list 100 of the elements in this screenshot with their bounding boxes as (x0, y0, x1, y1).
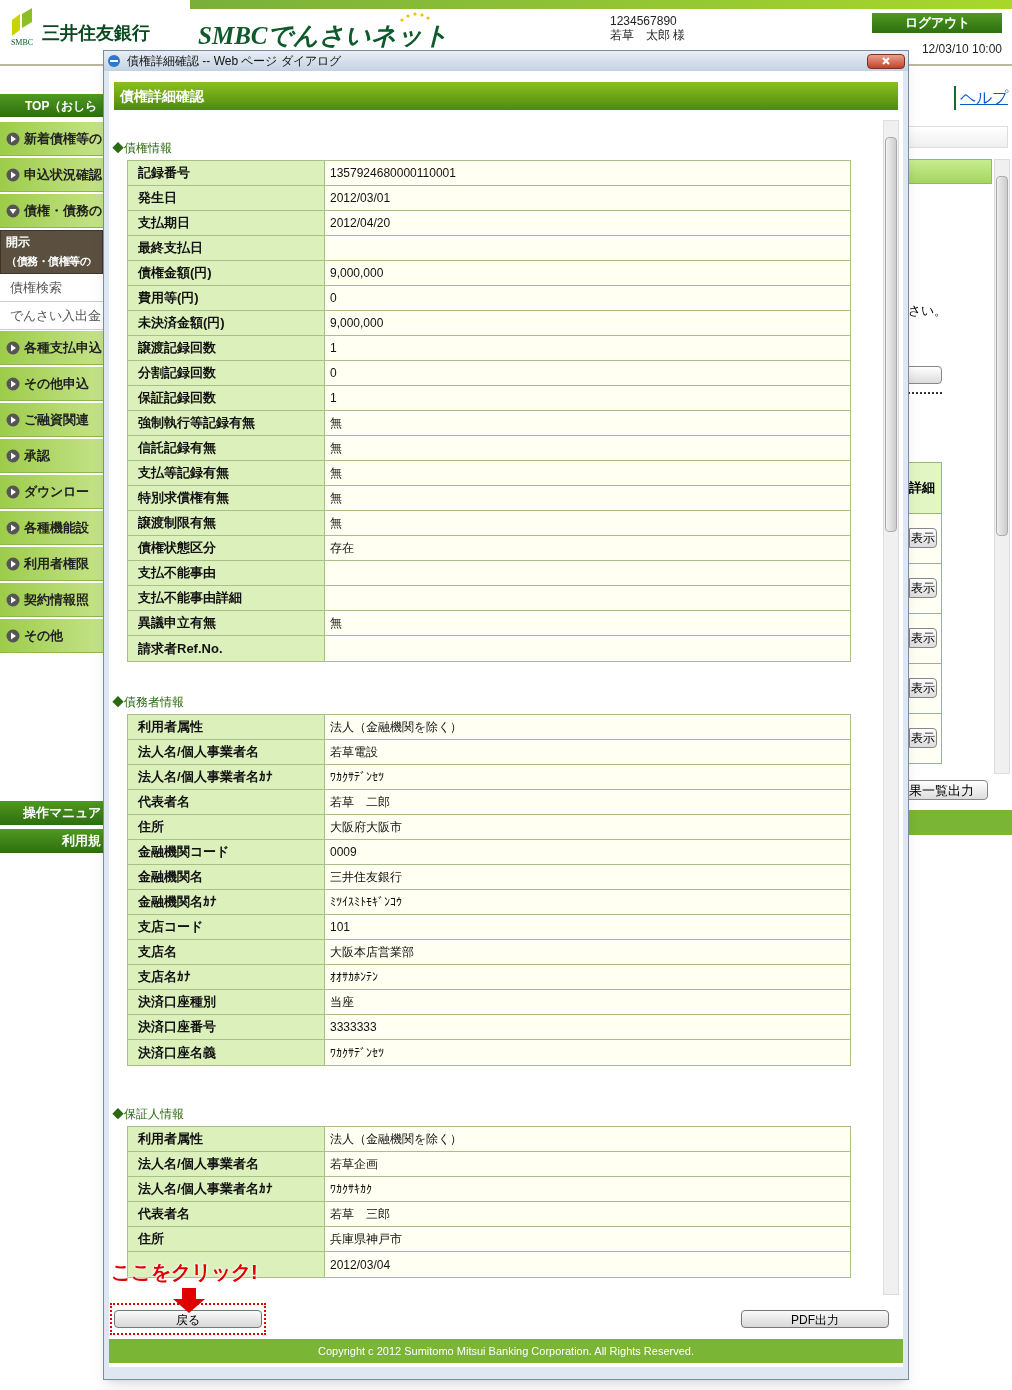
menu-item[interactable]: 債権・債務の (0, 194, 103, 228)
caret-right-icon (6, 340, 20, 355)
menu-label: 申込状況確認 (24, 165, 102, 184)
close-icon (882, 57, 890, 65)
field-value: 大阪本店営業部 (325, 940, 850, 964)
show-button[interactable]: 表示 (909, 528, 937, 548)
scrollbar[interactable] (994, 159, 1010, 774)
help-link[interactable]: ヘルプ (954, 86, 1008, 110)
bank-name: 三井住友銀行 (42, 22, 150, 45)
field-label: 譲渡制限有無 (128, 511, 325, 535)
copyright: Copyright c 2012 Sumitomo Mitsui Banking Corporation. All Rights Reserved. (318, 1343, 694, 1359)
menu-item[interactable]: 各種機能設 (0, 511, 103, 545)
footer-menu-item[interactable]: 操作マニュア (0, 801, 103, 825)
field-label: 金融機関コード (128, 840, 325, 864)
field-label: 支払等記録有無 (128, 461, 325, 485)
field-value: 2012/04/20 (325, 211, 850, 235)
logout-button[interactable]: ログアウト (872, 13, 1002, 33)
field-label: 法人名/個人事業者名ｶﾅ (128, 765, 325, 789)
field-label: 住所 (128, 815, 325, 839)
field-label: 法人名/個人事業者名 (128, 1152, 325, 1176)
field-value: 兵庫県神戸市 (325, 1227, 850, 1251)
user-name: 若草 太郎 様 (610, 28, 687, 42)
show-button[interactable]: 表示 (909, 728, 937, 748)
field-value: 法人（金融機関を除く） (325, 1127, 850, 1151)
caret-right-icon (6, 131, 20, 146)
field-label: 代表者名 (128, 790, 325, 814)
field-value: 2012/03/04 (325, 1252, 850, 1277)
field-value: 9,000,000 (325, 311, 850, 335)
field-value: 0009 (325, 840, 850, 864)
menu-item[interactable]: 各種支払申込 (0, 331, 103, 365)
dialog-title: 債権詳細確認 -- Web ページ ダイアログ (127, 54, 341, 68)
back-button[interactable]: 戻る (114, 1310, 262, 1328)
menu-item[interactable]: 承認 (0, 439, 103, 473)
field-label: 決済口座番号 (128, 1015, 325, 1039)
field-value: ﾜｶｸｻﾃﾞﾝｾﾂ (325, 1040, 850, 1065)
field-value: ｵｵｻｶﾎﾝﾃﾝ (325, 965, 850, 989)
show-button[interactable]: 表示 (909, 678, 937, 698)
menu-sublabel: （債務・債権等の (6, 254, 92, 269)
top-menu-item[interactable]: TOP（おしら (0, 94, 103, 117)
field-label: 支払期日 (128, 211, 325, 235)
scrollbar[interactable] (883, 120, 899, 1295)
caret-right-icon (6, 167, 20, 182)
column-header: 詳細 (909, 462, 941, 513)
field-value: 無 (325, 511, 850, 535)
page-heading: 債権詳細確認 (114, 82, 898, 110)
show-button[interactable]: 表示 (909, 628, 937, 648)
field-label: 支店名 (128, 940, 325, 964)
field-value: 0 (325, 286, 850, 310)
field-value: 若草企画 (325, 1152, 850, 1176)
field-value: 若草 二郎 (325, 790, 850, 814)
menu-item[interactable]: ダウンロー (0, 475, 103, 509)
menu-item[interactable]: 契約情報照 (0, 583, 103, 617)
menu-label: 開示 (6, 234, 31, 251)
section-title: ◆債権情報 (112, 140, 173, 156)
menu-item[interactable]: 利用者権限 (0, 547, 103, 581)
field-label: 債権金額(円) (128, 261, 325, 285)
annotation-text: ここをクリック! (111, 1261, 258, 1283)
field-label: 最終支払日 (128, 236, 325, 260)
field-label: 請求者Ref.No. (128, 636, 325, 661)
menu-item[interactable]: その他 (0, 619, 103, 653)
search-field[interactable] (908, 126, 1008, 148)
menu-item[interactable]: ご融資関連 (0, 403, 103, 437)
field-value: 若草電設 (325, 740, 850, 764)
field-label: 譲渡記録回数 (128, 336, 325, 360)
field-label: 特別求償権有無 (128, 486, 325, 510)
field-value: ﾜｶｸｻｷｶｸ (325, 1177, 850, 1201)
logo-caption: SMBC (10, 38, 34, 48)
section-title: ◆保証人情報 (112, 1106, 185, 1122)
menu-item[interactable]: 新着債権等の (0, 122, 103, 156)
field-value: 無 (325, 486, 850, 510)
field-label: 発生日 (128, 186, 325, 210)
footer-menu-item[interactable]: 利用規 (0, 829, 103, 853)
menu-label: ご融資関連 (24, 410, 89, 429)
field-label: 金融機関名 (128, 865, 325, 889)
menu-label: 承認 (24, 446, 50, 465)
field-value: 1357924680000110001 (325, 161, 850, 185)
action-button[interactable] (908, 365, 942, 384)
caret-down-icon (6, 203, 20, 218)
field-label: 支店コード (128, 915, 325, 939)
menu-label: 各種支払申込 (24, 338, 102, 357)
field-value: 無 (325, 411, 850, 435)
caret-right-icon (6, 412, 20, 427)
caret-right-icon (6, 520, 20, 535)
menu-label: 利用者権限 (24, 554, 89, 573)
field-label: 支店名ｶﾅ (128, 965, 325, 989)
field-label: 金融機関名ｶﾅ (128, 890, 325, 914)
menu-item[interactable]: その他申込 (0, 367, 103, 401)
export-button[interactable]: 果一覧出力 (908, 779, 988, 800)
field-value: 9,000,000 (325, 261, 850, 285)
field-label: 分割記録回数 (128, 361, 325, 385)
field-value: 2012/03/01 (325, 186, 850, 210)
caret-right-icon (6, 628, 20, 643)
field-label: 法人名/個人事業者名ｶﾅ (128, 1177, 325, 1201)
menu-item-current[interactable]: 開示 （債務・債権等の (0, 230, 103, 274)
show-button[interactable]: 表示 (909, 578, 937, 598)
pdf-button[interactable]: PDF出力 (741, 1310, 889, 1328)
close-button[interactable] (867, 53, 905, 69)
field-label: 信託記録有無 (128, 436, 325, 460)
menu-item[interactable]: 申込状況確認 (0, 158, 103, 192)
field-value: 1 (325, 386, 850, 410)
